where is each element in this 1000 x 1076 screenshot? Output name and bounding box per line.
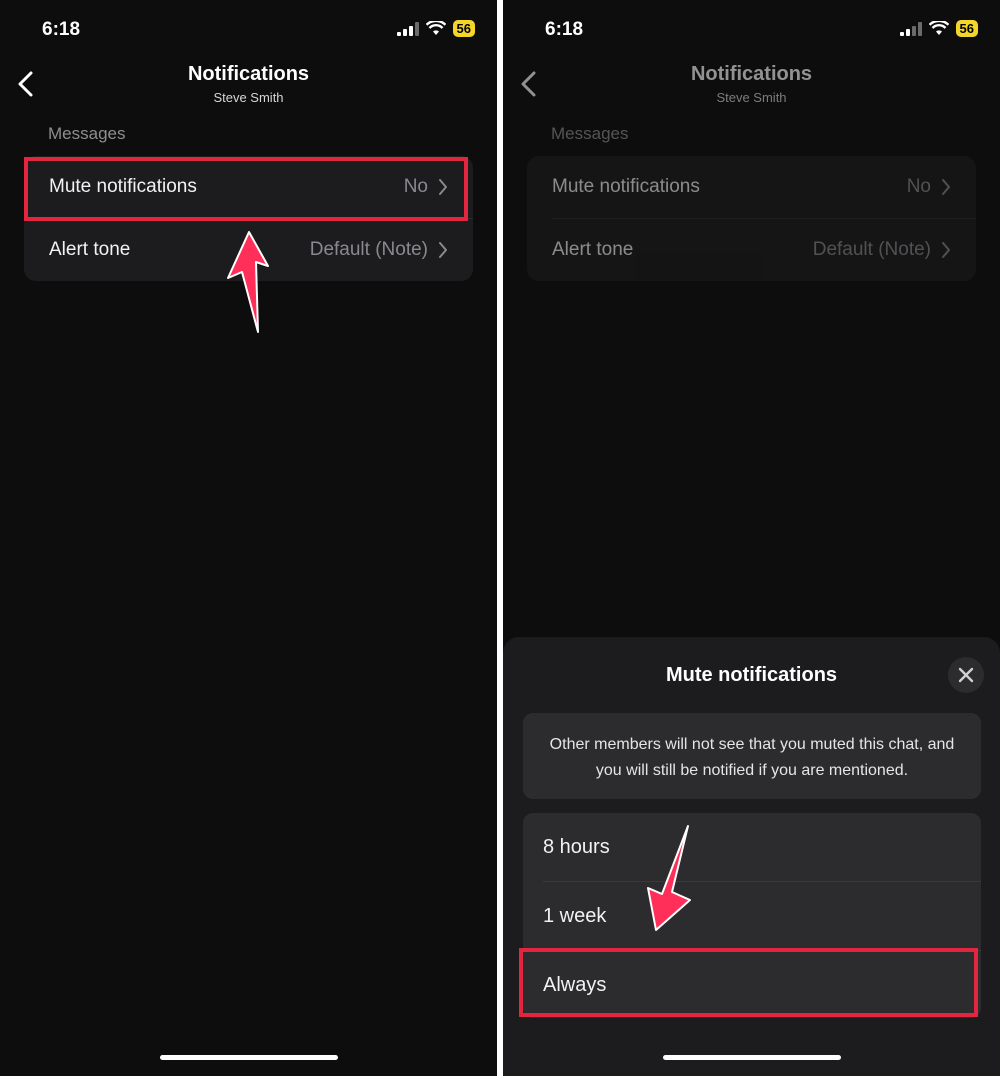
page-title: Notifications: [690, 63, 813, 85]
annotation-arrow-icon: [227, 231, 269, 333]
page-subtitle: Steve Smith: [716, 90, 787, 105]
status-icons: 56: [899, 20, 978, 37]
row-value: No: [906, 176, 931, 197]
option-label: 8 hours: [543, 835, 610, 858]
section-label-messages: Messages: [551, 124, 629, 143]
right-screen: 6:18 56 Notifications Steve Smith Messag…: [503, 0, 1000, 1076]
row-value: Default (Note): [309, 239, 428, 260]
option-1-week[interactable]: 1 week: [523, 882, 981, 950]
home-indicator: [159, 1055, 338, 1060]
left-screen: 6:18 56 Notifications Steve Smith Messag…: [0, 0, 497, 1076]
row-label: Mute notifications: [552, 176, 700, 197]
highlight-box: [24, 157, 468, 221]
info-line: you will still be notified if you are me…: [595, 762, 909, 779]
wifi-icon: [425, 21, 446, 35]
info-line: Other members will not see that you mute…: [549, 736, 955, 753]
close-icon: [958, 667, 974, 683]
annotation-arrow-icon: [647, 825, 691, 931]
page-subtitle: Steve Smith: [213, 90, 284, 105]
cellular-signal-icon: [899, 21, 922, 36]
wifi-icon: [928, 21, 949, 35]
status-time: 6:18: [545, 19, 584, 40]
cellular-signal-icon: [396, 21, 419, 36]
close-button[interactable]: [948, 657, 984, 693]
mute-notifications-row[interactable]: Mute notifications No: [527, 156, 976, 218]
alert-tone-row[interactable]: Alert tone Default (Note): [527, 219, 976, 281]
row-label: Alert tone: [49, 239, 131, 260]
row-label: Alert tone: [552, 239, 634, 260]
settings-card: Mute notifications No Alert tone Default…: [527, 156, 976, 281]
home-indicator: [662, 1055, 841, 1060]
chevron-right-icon: [942, 179, 950, 195]
info-text: Other members will not see that you mute…: [523, 732, 981, 784]
battery-indicator: 56: [955, 20, 978, 37]
sheet-title: Mute notifications: [665, 664, 838, 686]
option-8-hours[interactable]: 8 hours: [523, 813, 981, 881]
option-label: 1 week: [543, 904, 607, 927]
status-icons: 56: [396, 20, 475, 37]
section-label-messages: Messages: [48, 124, 126, 143]
battery-indicator: 56: [452, 20, 475, 37]
highlight-box: [519, 948, 978, 1017]
info-box: Other members will not see that you mute…: [523, 713, 981, 799]
page-title: Notifications: [187, 63, 310, 85]
row-value: Default (Note): [812, 239, 931, 260]
status-time: 6:18: [42, 19, 81, 40]
chevron-right-icon: [942, 242, 950, 258]
chevron-right-icon: [439, 242, 447, 258]
